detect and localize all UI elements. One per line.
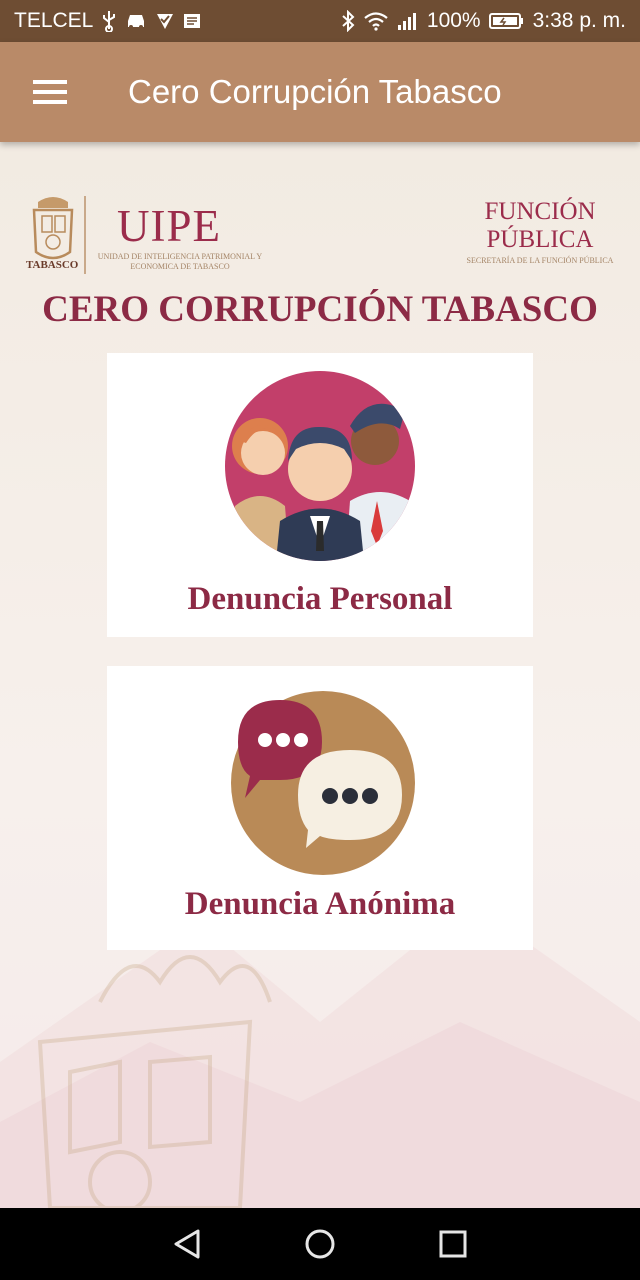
back-triangle-icon: [174, 1229, 200, 1259]
home-button[interactable]: [290, 1214, 350, 1274]
app-bar: Cero Corrupción Tabasco: [0, 42, 640, 142]
back-button[interactable]: [157, 1214, 217, 1274]
denuncia-personal-label: Denuncia Personal: [187, 581, 453, 617]
clock: 3:38 p. m.: [532, 9, 626, 32]
uipe-subtitle: UNIDAD DE INTELIGENCIA PATRIMONIAL Y ECO…: [97, 252, 263, 271]
system-nav-bar: [0, 1208, 640, 1280]
bluetooth-icon: [341, 9, 355, 33]
usb-icon: [101, 9, 117, 33]
page-headline: CERO CORRUPCIÓN TABASCO: [42, 289, 598, 330]
tabasco-label: TABASCO: [26, 259, 79, 271]
denuncia-personal-card[interactable]: Denuncia Personal: [107, 353, 533, 637]
signal-icon: [397, 9, 419, 33]
uipe-logo: UIPE: [117, 201, 221, 251]
carrier-label: TELCEL: [14, 9, 94, 32]
hamburger-menu-icon: [33, 79, 67, 105]
recents-square-icon: [439, 1230, 467, 1258]
car-icon: [125, 9, 147, 33]
status-bar: TELCEL 100% 3:38 p. m.: [0, 0, 640, 42]
check-icon: [155, 9, 175, 33]
status-right: 100% 3:38 p. m.: [341, 9, 626, 33]
battery-icon: [488, 9, 525, 33]
home-circle-icon: [305, 1229, 335, 1259]
funcion-publica-subtitle: SECRETARÍA DE LA FUNCIÓN PÚBLICA: [466, 256, 614, 265]
speech-bubbles-icon: [231, 691, 415, 875]
denuncia-anonima-card[interactable]: Denuncia Anónima: [107, 666, 533, 950]
message-icon: [183, 9, 201, 33]
recents-button[interactable]: [423, 1214, 483, 1274]
denuncia-anonima-label: Denuncia Anónima: [184, 886, 456, 922]
funcion-publica-logo: FUNCIÓN PÚBLICA: [484, 198, 596, 253]
status-left: TELCEL: [14, 9, 201, 33]
logo-divider: [84, 196, 86, 274]
battery-percent: 100%: [426, 9, 481, 32]
main-content: TABASCO UIPE UNIDAD DE INTELIGENCIA PATR…: [0, 142, 640, 1208]
wifi-icon: [363, 9, 389, 33]
menu-button[interactable]: [0, 42, 100, 142]
people-group-icon: [225, 371, 415, 561]
app-title: Cero Corrupción Tabasco: [128, 73, 502, 110]
